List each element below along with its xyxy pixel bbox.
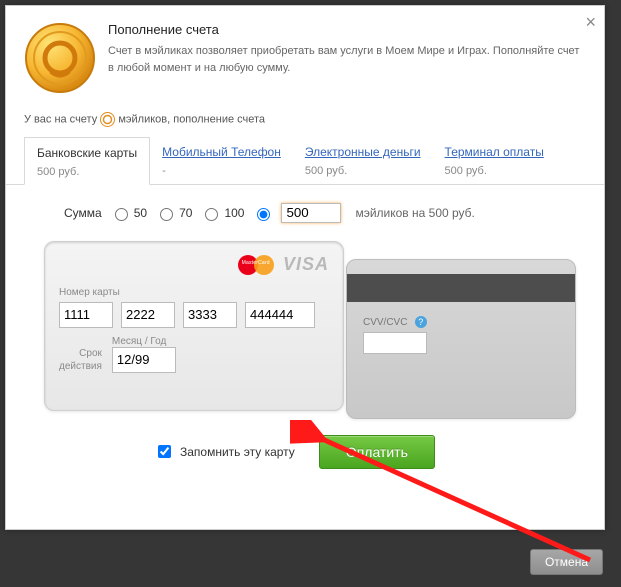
tab-emoney[interactable]: Электронные деньги 500 руб. (293, 137, 433, 184)
expiry-side-label: Срок действия (59, 347, 102, 373)
expiry-input[interactable] (112, 347, 176, 373)
remember-card-checkbox[interactable]: Запомнить эту карту (154, 442, 295, 461)
balance-suffix: мэйликов, пополнение счета (118, 113, 265, 125)
card-number-2[interactable] (121, 302, 175, 328)
tab-sub: 500 руб. (445, 165, 544, 177)
form-body: Сумма 50 70 100 мэйликов на 500 руб. CVV… (6, 185, 604, 479)
card-number-4[interactable] (245, 302, 315, 328)
amount-row: Сумма 50 70 100 мэйликов на 500 руб. (64, 203, 586, 223)
cvv-label: CVV/CVC (363, 317, 407, 328)
cvv-input[interactable] (363, 332, 427, 354)
card-number-1[interactable] (59, 302, 113, 328)
card-front: MasterCard VISA Номер карты Срок действи… (44, 241, 344, 411)
tab-mobile[interactable]: Мобильный Телефон - (150, 137, 293, 184)
tab-sub: 500 руб. (37, 166, 137, 178)
card-number-3[interactable] (183, 302, 237, 328)
cancel-button[interactable]: Отмена (530, 549, 603, 575)
expiry-top-label: Месяц / Год (112, 336, 176, 347)
payment-modal: × Пополнение счета Счет в мэйликах позво… (5, 5, 605, 530)
visa-icon: VISA (283, 254, 329, 275)
coin-icon (24, 22, 96, 94)
modal-title: Пополнение счета (108, 22, 586, 37)
amount-hint: мэйликов на 500 руб. (355, 206, 474, 220)
amount-option-100[interactable]: 100 (200, 205, 244, 221)
modal-subtitle: Счет в мэйликах позволяет приобретать ва… (108, 43, 586, 76)
mini-coin-icon (100, 112, 115, 127)
amount-label: Сумма (64, 206, 102, 220)
header: Пополнение счета Счет в мэйликах позволя… (6, 6, 604, 108)
close-icon[interactable]: × (585, 12, 596, 33)
mastercard-icon: MasterCard (238, 254, 274, 276)
tab-title: Банковские карты (37, 146, 137, 162)
amount-option-50[interactable]: 50 (110, 205, 147, 221)
cvv-help-icon[interactable]: ? (415, 316, 427, 328)
tab-title: Мобильный Телефон (162, 145, 281, 161)
remember-checkbox-input[interactable] (158, 445, 171, 458)
tab-title: Терминал оплаты (445, 145, 544, 161)
pay-button[interactable]: Оплатить (319, 435, 435, 469)
tab-terminal[interactable]: Терминал оплаты 500 руб. (433, 137, 556, 184)
amount-option-70[interactable]: 70 (155, 205, 192, 221)
actions-row: Запомнить эту карту Оплатить (154, 435, 586, 469)
tab-title: Электронные деньги (305, 145, 421, 161)
tab-cards[interactable]: Банковские карты 500 руб. (24, 137, 150, 185)
tab-sub: 500 руб. (305, 165, 421, 177)
balance-row: У вас на счету мэйликов, пополнение счет… (6, 108, 604, 137)
balance-prefix: У вас на счету (24, 113, 97, 125)
tab-sub: - (162, 165, 281, 177)
amount-custom-input[interactable] (281, 203, 341, 223)
cards-area: CVV/CVC ? MasterCard VISA Номер карты (34, 241, 576, 421)
amount-option-custom[interactable] (252, 205, 273, 221)
tabs: Банковские карты 500 руб. Мобильный Теле… (6, 137, 604, 185)
card-back: CVV/CVC ? (346, 259, 576, 419)
remember-label: Запомнить эту карту (180, 445, 295, 459)
card-number-label: Номер карты (59, 287, 329, 298)
